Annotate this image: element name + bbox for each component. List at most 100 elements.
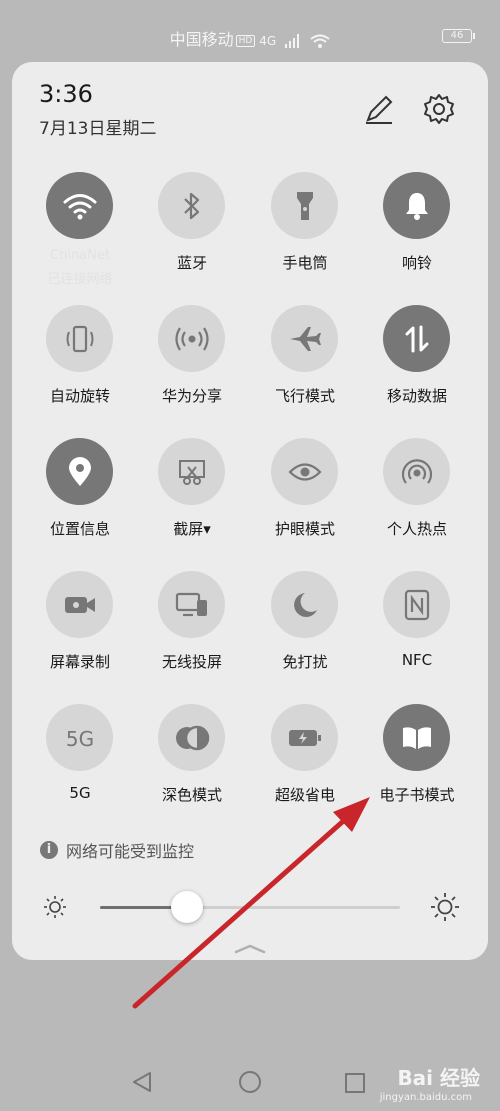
- tile-button[interactable]: [158, 172, 225, 239]
- hd-badge: HD: [235, 34, 256, 47]
- record-icon: [63, 594, 97, 616]
- tile-eye[interactable]: 护眼模式: [249, 438, 361, 558]
- tile-label: 无线投屏: [161, 653, 222, 671]
- settings-button[interactable]: [422, 92, 456, 126]
- cast-icon: [175, 590, 209, 620]
- tile-label: 手电筒: [282, 254, 328, 272]
- flashlight-icon: [295, 190, 315, 222]
- tile-button[interactable]: [271, 438, 338, 505]
- tile-label: 自动旋转: [49, 387, 110, 405]
- 5g-icon: 5G: [61, 725, 99, 751]
- tile-flashlight[interactable]: 手电筒: [249, 172, 361, 292]
- share-icon: [174, 324, 209, 354]
- watermark-url: jingyan.baidu.com: [379, 1092, 472, 1103]
- bell-icon: [403, 191, 431, 221]
- tile-wifi[interactable]: ChinaNet 已连接网络: [24, 172, 136, 292]
- ebook-icon: [401, 725, 433, 751]
- tile-button[interactable]: [383, 305, 450, 372]
- tile-rotate[interactable]: 自动旋转: [24, 305, 136, 425]
- tile-share[interactable]: 华为分享: [136, 305, 248, 425]
- nfc-icon: [404, 589, 430, 621]
- battery-icon: 46: [442, 29, 475, 43]
- brightness-high-icon: [431, 893, 459, 921]
- tile-airplane[interactable]: 飞行模式: [249, 305, 361, 425]
- tile-5g[interactable]: 5G 5G: [24, 704, 136, 824]
- brightness-thumb[interactable]: [171, 891, 203, 923]
- tile-button[interactable]: [46, 305, 113, 372]
- status-center: 中国移动 HD 4G: [0, 26, 500, 50]
- screenshot-icon: [176, 457, 208, 487]
- battery-saver-icon: [287, 727, 323, 749]
- tile-button[interactable]: [46, 571, 113, 638]
- bluetooth-icon: [182, 191, 202, 221]
- tile-label: 响铃: [401, 254, 432, 272]
- tile-cast[interactable]: 无线投屏: [136, 571, 248, 691]
- tile-button[interactable]: [383, 704, 450, 771]
- dark-mode-icon: [174, 724, 210, 752]
- tile-button[interactable]: [271, 305, 338, 372]
- wifi-icon: [63, 192, 97, 220]
- tile-label: 超级省电: [274, 786, 335, 804]
- tile-button[interactable]: [271, 172, 338, 239]
- clock-date: 7月13日星期二: [39, 119, 157, 139]
- quick-settings-panel: 3:36 7月13日星期二 ChinaNet 已连接网络 蓝牙 手电筒 响铃自动旋转 华为…: [12, 62, 488, 960]
- svg-text:5G: 5G: [65, 727, 93, 751]
- location-icon: [67, 456, 93, 488]
- tile-nfc[interactable]: NFC: [361, 571, 473, 691]
- pencil-icon: [366, 95, 393, 124]
- tile-button[interactable]: [383, 172, 450, 239]
- tile-hotspot[interactable]: 个人热点: [361, 438, 473, 558]
- tile-button[interactable]: [158, 305, 225, 372]
- tile-label: 位置信息: [49, 520, 110, 538]
- recent-apps-icon[interactable]: [345, 1073, 365, 1093]
- tile-label: 电子书模式: [379, 786, 455, 804]
- tile-label: 5G: [69, 784, 91, 802]
- mobile-data-icon: [402, 324, 432, 354]
- tile-label: 蓝牙: [176, 254, 207, 272]
- gear-icon: [424, 94, 454, 124]
- back-icon[interactable]: [130, 1070, 154, 1094]
- signal-icon: [285, 33, 300, 48]
- tile-button[interactable]: [158, 704, 225, 771]
- network-label: 4G: [259, 33, 277, 48]
- tile-label: 个人热点: [386, 520, 447, 538]
- tile-ebook[interactable]: 电子书模式: [361, 704, 473, 824]
- tile-button[interactable]: [158, 571, 225, 638]
- clock-time: 3:36: [39, 80, 93, 108]
- home-icon[interactable]: [238, 1070, 262, 1094]
- tile-button[interactable]: [383, 571, 450, 638]
- wifi-status-icon: [310, 34, 331, 48]
- tile-button[interactable]: [46, 172, 113, 239]
- tile-button[interactable]: [383, 438, 450, 505]
- edit-button[interactable]: [362, 92, 396, 126]
- tile-record[interactable]: 屏幕录制: [24, 571, 136, 691]
- tile-bluetooth[interactable]: 蓝牙: [136, 172, 248, 292]
- tile-button[interactable]: [271, 571, 338, 638]
- tile-label: 截屏▾: [173, 520, 211, 538]
- tile-button[interactable]: [46, 438, 113, 505]
- eye-icon: [287, 461, 322, 483]
- tile-label: 移动数据: [386, 387, 447, 405]
- tile-location[interactable]: 位置信息: [24, 438, 136, 558]
- panel-handle[interactable]: [234, 944, 266, 954]
- tile-bell[interactable]: 响铃: [361, 172, 473, 292]
- tile-dark-mode[interactable]: 深色模式: [136, 704, 248, 824]
- tile-label: 免打扰: [282, 653, 328, 671]
- tile-label: 深色模式: [161, 786, 222, 804]
- carrier-label: 中国移动: [169, 30, 234, 49]
- tile-battery-saver[interactable]: 超级省电: [249, 704, 361, 824]
- info-icon: i: [40, 841, 58, 859]
- tile-screenshot[interactable]: 截屏▾: [136, 438, 248, 558]
- hotspot-icon: [400, 455, 434, 489]
- tile-button[interactable]: 5G: [46, 704, 113, 771]
- tile-button[interactable]: [158, 438, 225, 505]
- notice-text: 网络可能受到监控: [66, 842, 195, 861]
- tile-mobile-data[interactable]: 移动数据: [361, 305, 473, 425]
- tile-moon[interactable]: 免打扰: [249, 571, 361, 691]
- brightness-slider[interactable]: [100, 891, 400, 923]
- watermark-logo: Bai 经验: [397, 1066, 480, 1090]
- tile-label: 飞行模式: [274, 387, 335, 405]
- tile-button[interactable]: [271, 704, 338, 771]
- tile-status: 已连接网络: [47, 272, 113, 287]
- airplane-icon: [288, 324, 322, 354]
